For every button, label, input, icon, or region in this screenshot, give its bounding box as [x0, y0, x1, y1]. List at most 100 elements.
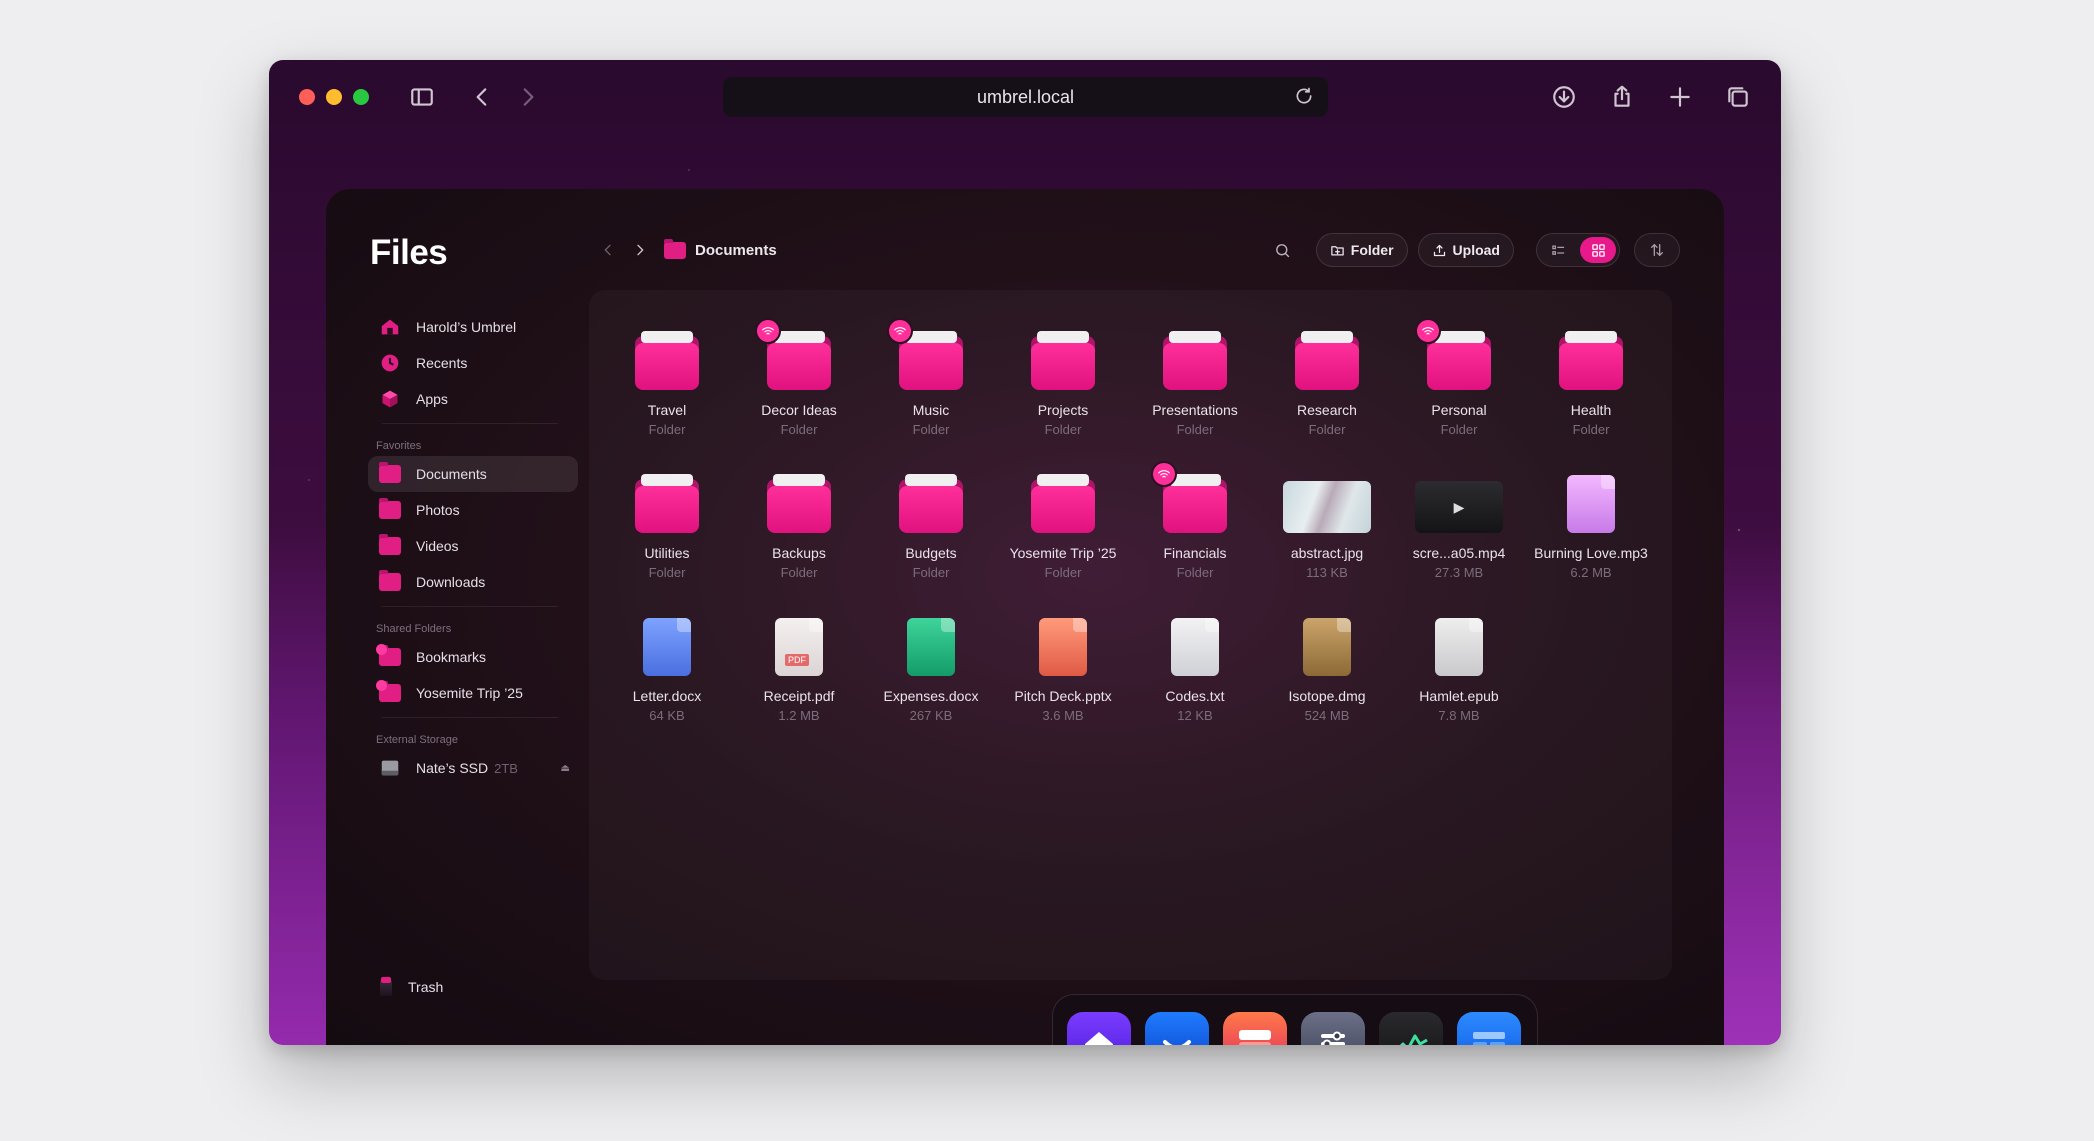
forward-icon[interactable] — [513, 82, 543, 112]
share-icon[interactable] — [1607, 82, 1637, 112]
settings-app-icon[interactable] — [1301, 1012, 1365, 1045]
sidebar-item-recents[interactable]: Recents — [368, 345, 578, 381]
item-name: Expenses.docx — [883, 688, 979, 704]
folder-item[interactable]: Decor Ideas Folder — [733, 318, 865, 463]
item-name: abstract.jpg — [1290, 545, 1364, 561]
home-app-icon[interactable] — [1067, 1012, 1131, 1045]
sidebar-item-downloads[interactable]: Downloads — [368, 564, 578, 600]
shared-icon — [1151, 461, 1177, 487]
sidebar-item-label: Videos — [416, 538, 459, 554]
item-name: Music — [912, 402, 950, 418]
sidebar-item-home[interactable]: Harold’s Umbrel — [368, 309, 578, 345]
grid-view-button[interactable] — [1580, 237, 1616, 263]
search-icon[interactable] — [1266, 233, 1300, 267]
folder-item[interactable]: Presentations Folder — [1129, 320, 1261, 463]
new-folder-icon — [1331, 245, 1344, 255]
item-name: Budgets — [905, 545, 957, 561]
forward-icon[interactable] — [628, 238, 652, 262]
sidebar-item-trash[interactable]: Trash — [378, 977, 443, 997]
item-name: Decor Ideas — [761, 402, 837, 418]
sidebar-item-bookmarks[interactable]: Bookmarks — [368, 639, 578, 675]
sidebar-item-label: Apps — [416, 391, 448, 407]
sidebar-icon[interactable] — [407, 82, 437, 112]
item-name: Health — [1570, 402, 1612, 418]
new-folder-button[interactable]: Folder — [1315, 233, 1408, 267]
sidebar-item-videos[interactable]: Videos — [368, 528, 578, 564]
sidebar: Harold’s Umbrel Recents Apps Favorites D… — [368, 309, 578, 786]
sidebar-item-apps[interactable]: Apps — [368, 381, 578, 417]
app-store-icon[interactable] — [1145, 1012, 1209, 1045]
item-size: 12 KB — [1177, 708, 1213, 723]
folder-item[interactable]: Music Folder — [865, 318, 997, 463]
file-item[interactable]: Hamlet.epub 7.8 MB — [1393, 606, 1525, 749]
zoom-window-button[interactable] — [353, 89, 369, 105]
new-tab-icon[interactable] — [1665, 82, 1695, 112]
file-item[interactable]: Codes.txt 12 KB — [1129, 606, 1261, 749]
sidebar-item-label: Documents — [416, 466, 487, 482]
item-name: Receipt.pdf — [763, 688, 835, 704]
sidebar-item-label: Recents — [416, 355, 468, 371]
drive-icon — [378, 756, 402, 780]
close-window-button[interactable] — [299, 89, 315, 105]
toolbar-actions: Folder Upload — [1266, 233, 1680, 267]
eject-icon[interactable]: ⏏ — [561, 763, 570, 774]
new-folder-label: Folder — [1350, 242, 1394, 258]
live-usage-app-icon[interactable] — [1379, 1012, 1443, 1045]
cube-icon — [378, 387, 402, 411]
item-type: Folder — [1176, 565, 1214, 580]
folder-icon — [1283, 320, 1371, 390]
sidebar-item-photos[interactable]: Photos — [368, 492, 578, 528]
sidebar-item-yosemite-trip[interactable]: Yosemite Trip ’25 — [368, 675, 578, 711]
item-type: Folder — [1572, 422, 1610, 437]
ebook-icon — [1415, 606, 1503, 676]
folder-item[interactable]: Health Folder — [1525, 320, 1657, 463]
image-thumbnail — [1283, 463, 1371, 533]
tabs-icon[interactable] — [1723, 82, 1753, 112]
sort-button[interactable] — [1634, 233, 1680, 267]
item-name: Hamlet.epub — [1419, 688, 1499, 704]
file-item[interactable]: Isotope.dmg 524 MB — [1261, 606, 1393, 749]
reload-icon[interactable] — [1294, 86, 1316, 108]
folder-item[interactable]: Financials Folder — [1129, 461, 1261, 606]
folder-icon — [623, 463, 711, 533]
folder-icon — [378, 498, 402, 522]
back-icon[interactable] — [467, 82, 497, 112]
item-name: scre...a05.mp4 — [1412, 545, 1506, 561]
sidebar-item-documents[interactable]: Documents — [368, 456, 578, 492]
folder-item[interactable]: Projects Folder — [997, 320, 1129, 463]
item-name: Isotope.dmg — [1288, 688, 1366, 704]
file-browser-panel: Travel Folder Decor Ideas Folder Music Folder… — [589, 290, 1672, 980]
sidebar-item-external-ssd[interactable]: Nate’s SSD 2TB ⏏ — [368, 750, 578, 786]
download-icon[interactable] — [1549, 82, 1579, 112]
folder-item[interactable]: Yosemite Trip ’25 Folder — [997, 463, 1129, 606]
file-item[interactable]: Expenses.docx 267 KB — [865, 606, 997, 749]
shared-icon — [887, 318, 913, 344]
file-item[interactable]: Letter.docx 64 KB — [601, 606, 733, 749]
folder-item[interactable]: Research Folder — [1261, 320, 1393, 463]
breadcrumb[interactable]: Documents — [664, 238, 777, 259]
folder-item[interactable]: Personal Folder — [1393, 318, 1525, 463]
folder-item[interactable]: Travel Folder — [601, 320, 733, 463]
file-item[interactable]: Pitch Deck.pptx 3.6 MB — [997, 606, 1129, 749]
upload-button[interactable]: Upload — [1417, 233, 1514, 267]
file-item[interactable]: abstract.jpg 113 KB — [1261, 463, 1393, 606]
shared-folder-icon — [1415, 318, 1503, 390]
minimize-window-button[interactable] — [326, 89, 342, 105]
back-icon[interactable] — [596, 238, 620, 262]
item-type: Folder — [648, 565, 686, 580]
folder-item[interactable]: Utilities Folder — [601, 463, 733, 606]
file-item[interactable]: Burning Love.mp3 6.2 MB — [1525, 463, 1657, 606]
file-item[interactable]: ▶ scre...a05.mp4 27.3 MB — [1393, 463, 1525, 606]
files-app-icon[interactable] — [1223, 1012, 1287, 1045]
widgets-app-icon[interactable] — [1457, 1012, 1521, 1045]
folder-item[interactable]: Backups Folder — [733, 463, 865, 606]
item-size: 27.3 MB — [1434, 565, 1484, 580]
sidebar-item-label: Nate’s SSD — [416, 760, 489, 776]
shared-icon — [755, 318, 781, 344]
folder-icon — [1547, 320, 1635, 390]
list-view-button[interactable] — [1540, 237, 1576, 263]
address-bar[interactable]: umbrel.local — [723, 77, 1328, 117]
item-name: Burning Love.mp3 — [1534, 545, 1648, 561]
folder-item[interactable]: Budgets Folder — [865, 463, 997, 606]
file-item[interactable]: PDF Receipt.pdf 1.2 MB — [733, 606, 865, 749]
